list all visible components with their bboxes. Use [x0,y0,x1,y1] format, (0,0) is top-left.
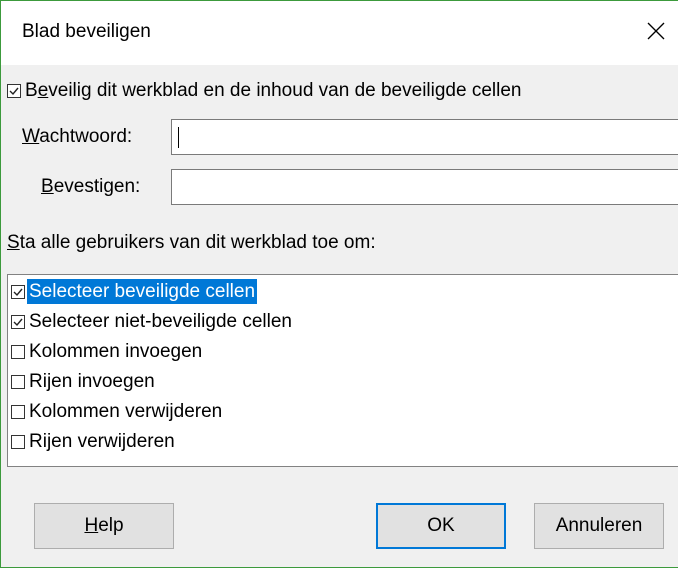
protect-sheet-checkbox[interactable] [7,84,21,98]
permission-label: Kolommen invoegen [29,341,203,362]
permission-checkbox[interactable] [11,284,25,299]
permission-item-insert-columns[interactable]: Kolommen invoegen [11,338,204,365]
text-caret [178,127,179,148]
ok-button[interactable]: OK [376,503,506,549]
permission-checkbox[interactable] [11,314,25,329]
protect-sheet-label: Beveilig dit werkblad en de inhoud van d… [25,80,522,101]
permissions-list[interactable]: Selecteer beveiligde cellen Selecteer ni… [7,274,678,467]
permission-checkbox[interactable] [11,374,25,389]
permission-item-select-unprotected[interactable]: Selecteer niet-beveiligde cellen [11,308,294,335]
close-icon [647,22,665,40]
permission-checkbox[interactable] [11,344,25,359]
permission-item-delete-rows[interactable]: Rijen verwijderen [11,428,177,455]
confirm-password-field[interactable] [171,169,678,205]
permission-label: Rijen verwijderen [29,431,175,452]
permission-item-insert-rows[interactable]: Rijen invoegen [11,368,157,395]
permission-checkbox[interactable] [11,434,25,449]
permission-label: Selecteer beveiligde cellen [27,279,258,304]
permission-checkbox[interactable] [11,404,25,419]
cancel-button[interactable]: Annuleren [534,503,664,549]
dialog-title: Blad beveiligen [22,21,151,42]
permission-label: Kolommen verwijderen [29,401,223,422]
title-bar: Blad beveiligen [1,1,678,65]
checkmark-icon [13,288,23,296]
checkmark-icon [13,318,23,326]
password-field[interactable] [171,119,678,155]
protect-sheet-checkbox-row[interactable]: Beveilig dit werkblad en de inhoud van d… [7,80,521,102]
permission-label: Rijen invoegen [29,371,155,392]
dialog-body: Beveilig dit werkblad en de inhoud van d… [1,65,678,567]
close-button[interactable] [636,11,676,51]
protect-sheet-dialog: Blad beveiligen Beveilig dit werkblad en… [0,0,678,568]
confirm-password-label: Bevestigen: [41,176,141,197]
permission-item-delete-columns[interactable]: Kolommen verwijderen [11,398,224,425]
password-label: Wachtwoord: [22,126,133,147]
help-button[interactable]: Help [34,503,174,549]
checkmark-icon [9,87,19,96]
permission-item-select-protected[interactable]: Selecteer beveiligde cellen [11,278,258,305]
permission-label: Selecteer niet-beveiligde cellen [29,311,292,332]
permissions-label: Sta alle gebruikers van dit werkblad toe… [7,232,376,253]
